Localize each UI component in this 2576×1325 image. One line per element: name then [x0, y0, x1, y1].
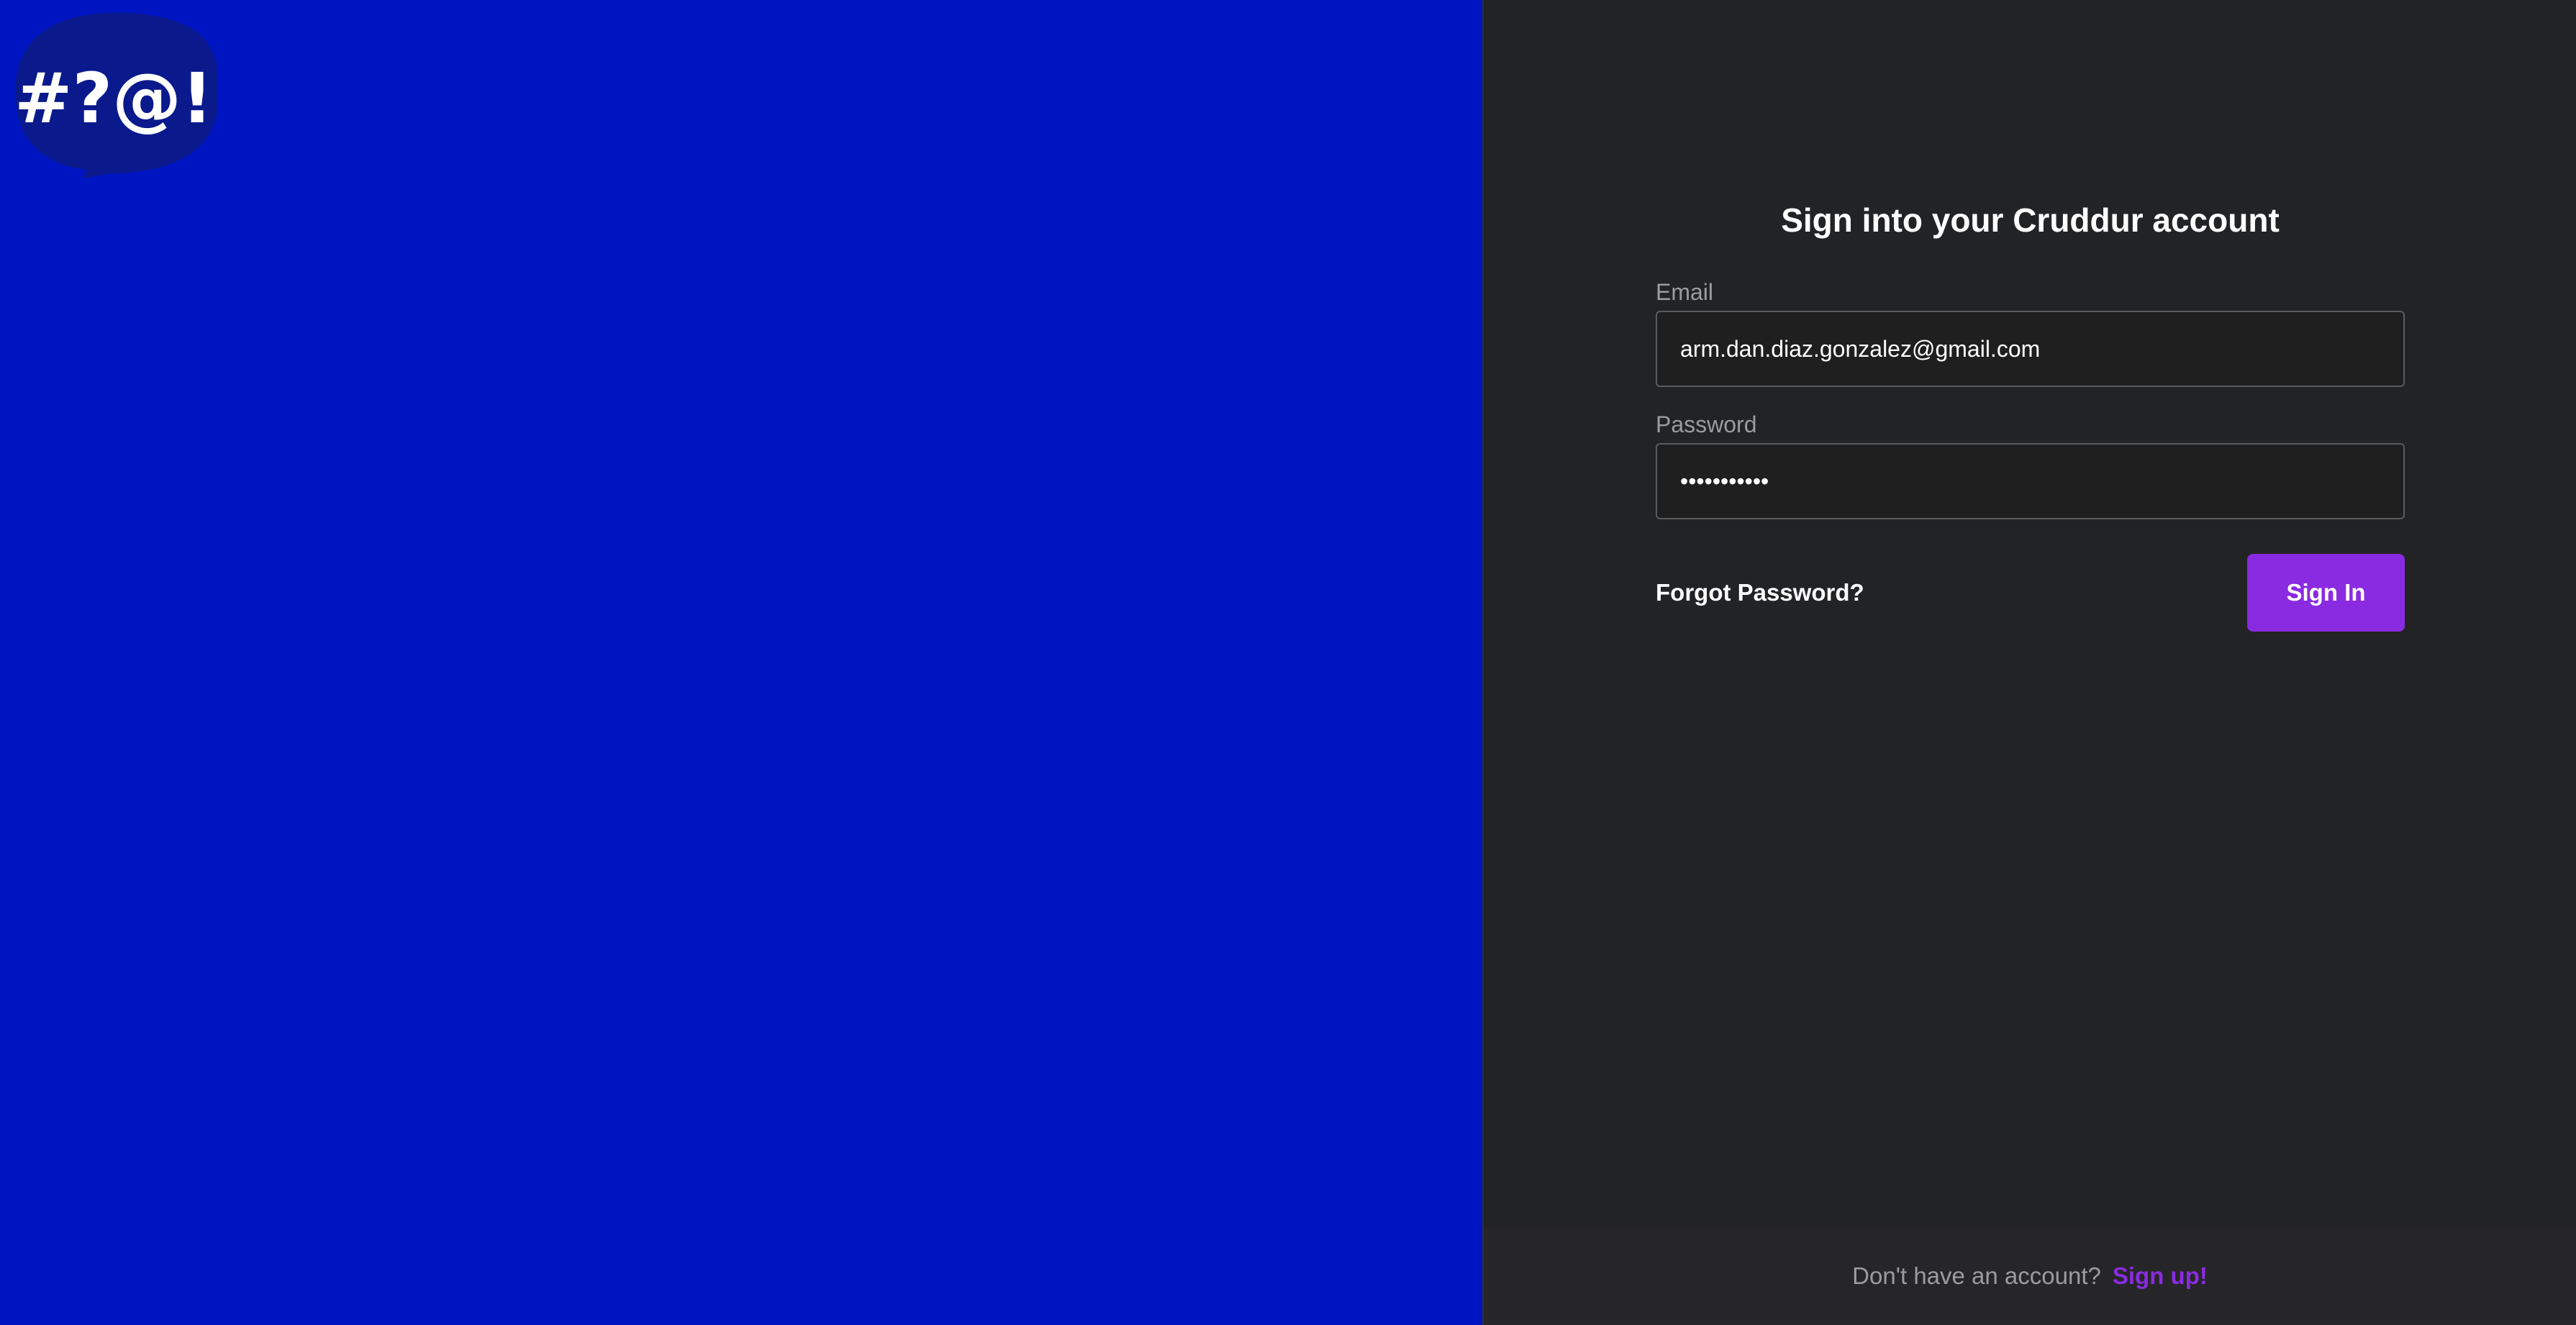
auth-panel: Sign into your Cruddur account Email Pas… [1482, 0, 2576, 1325]
sign-in-button[interactable]: Sign In [2247, 554, 2405, 632]
speech-bubble-logo-icon: #?@! [14, 12, 217, 178]
logo-text: #?@! [14, 58, 213, 139]
logo: #?@! [14, 12, 217, 181]
signin-form: Sign into your Cruddur account Email Pas… [1656, 187, 2405, 632]
signin-page: #?@! Sign into your Cruddur account Emai… [0, 0, 2576, 1325]
brand-panel: #?@! [0, 0, 1482, 1325]
form-actions: Forgot Password? Sign In [1656, 554, 2405, 632]
signup-prompt: Don't have an account? [1852, 1262, 2101, 1289]
signup-footer: Don't have an account? Sign up! [1484, 1227, 2576, 1325]
form-title: Sign into your Cruddur account [1781, 201, 2280, 239]
password-input[interactable] [1656, 443, 2405, 519]
sign-up-link[interactable]: Sign up! [2113, 1262, 2208, 1290]
email-label: Email [1656, 279, 1714, 305]
email-input[interactable] [1656, 311, 2405, 387]
password-label: Password [1656, 411, 1757, 437]
forgot-password-link[interactable]: Forgot Password? [1656, 579, 1864, 606]
